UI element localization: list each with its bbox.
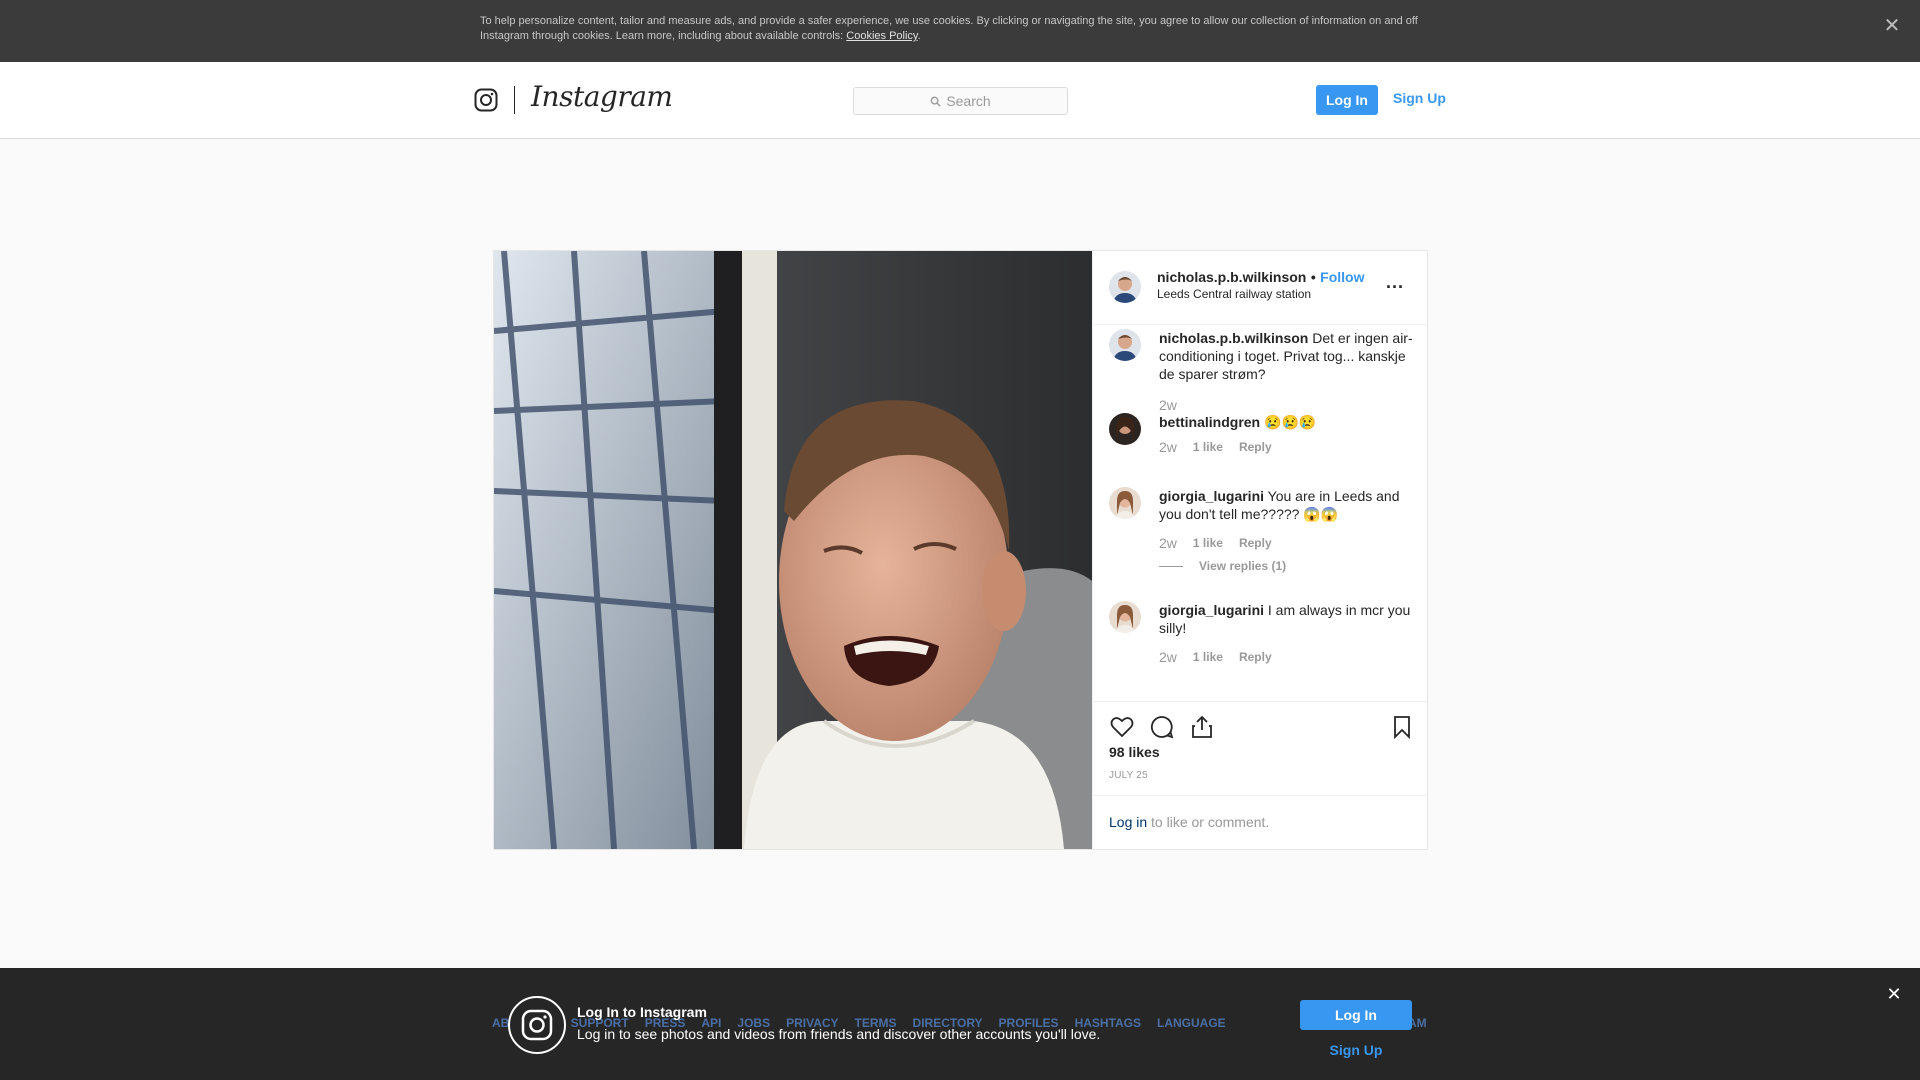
- post-sidebar: nicholas.p.b.wilkinson • Follow Leeds Ce…: [1092, 251, 1428, 849]
- comment-item: giorgia_lugarini I am always in mcr you …: [1109, 601, 1414, 681]
- instagram-wordmark[interactable]: Instagram: [531, 80, 673, 113]
- comment-item: nicholas.p.b.wilkinson Det er ingen air-…: [1109, 329, 1414, 413]
- post-photo[interactable]: [494, 251, 1092, 849]
- cookie-banner: To help personalize content, tailor and …: [0, 0, 1920, 62]
- heart-icon[interactable]: [1109, 714, 1135, 740]
- signup-link[interactable]: Sign Up: [1393, 90, 1446, 106]
- comment-body: giorgia_lugarini I am always in mcr you …: [1159, 601, 1414, 637]
- close-icon[interactable]: ✕: [1880, 14, 1904, 38]
- commenter-avatar[interactable]: [1109, 413, 1141, 445]
- more-options-icon[interactable]: ...: [1386, 273, 1404, 291]
- post-actions: 98 likes JULY 25: [1093, 701, 1428, 795]
- comment-meta: 2w 1 like Reply: [1159, 649, 1272, 665]
- commenter-avatar[interactable]: [1109, 329, 1141, 361]
- comment-body: nicholas.p.b.wilkinson Det er ingen air-…: [1159, 329, 1414, 383]
- reply-button[interactable]: Reply: [1239, 650, 1272, 664]
- cookie-text: To help personalize content, tailor and …: [480, 14, 1440, 44]
- author-avatar[interactable]: [1109, 271, 1141, 303]
- comment-username[interactable]: nicholas.p.b.wilkinson: [1159, 330, 1308, 346]
- prompt-signup-link[interactable]: Sign Up: [1300, 1042, 1412, 1058]
- comment-time: 2w: [1159, 439, 1177, 455]
- share-icon[interactable]: [1189, 714, 1215, 740]
- top-navbar: Instagram Search Log In Sign Up: [0, 62, 1920, 139]
- selfie-image: [494, 251, 1092, 849]
- location-link[interactable]: Leeds Central railway station: [1157, 287, 1311, 301]
- prompt-title: Log In to Instagram: [577, 1004, 707, 1020]
- post-card: nicholas.p.b.wilkinson • Follow Leeds Ce…: [493, 250, 1428, 850]
- comment-body: bettinalindgren 😢😢😢: [1159, 413, 1414, 431]
- comment-username[interactable]: bettinalindgren: [1159, 414, 1260, 430]
- search-icon: [930, 96, 941, 107]
- comment-body: giorgia_lugarini You are in Leeds and yo…: [1159, 487, 1414, 523]
- like-count[interactable]: 98 likes: [1109, 744, 1160, 760]
- search-placeholder: Search: [946, 93, 991, 109]
- search-input[interactable]: Search: [853, 87, 1068, 115]
- comment-meta: 2w 1 like Reply: [1159, 535, 1272, 551]
- cookies-policy-link[interactable]: Cookies Policy: [846, 30, 917, 42]
- separator-dot: •: [1310, 269, 1316, 285]
- comments-list: nicholas.p.b.wilkinson Det er ingen air-…: [1093, 325, 1428, 701]
- login-to-comment: Log in to like or comment.: [1093, 795, 1428, 849]
- footer-link-language[interactable]: LANGUAGE: [1157, 1016, 1226, 1030]
- author-line: nicholas.p.b.wilkinson • Follow: [1157, 269, 1365, 287]
- view-replies-button[interactable]: View replies (1): [1159, 559, 1286, 573]
- comment-username[interactable]: giorgia_lugarini: [1159, 602, 1264, 618]
- login-prompt-bar: ABOUT US SUPPORT PRESS API JOBS PRIVACY …: [0, 968, 1920, 1080]
- comment-likes[interactable]: 1 like: [1193, 650, 1223, 664]
- comment-time: 2w: [1159, 397, 1177, 413]
- author-username[interactable]: nicholas.p.b.wilkinson: [1157, 269, 1306, 285]
- login-suffix: to like or comment.: [1147, 814, 1270, 830]
- comment-likes[interactable]: 1 like: [1193, 536, 1223, 550]
- instagram-logo-icon: [508, 996, 566, 1054]
- comment-text: 😢😢😢: [1264, 414, 1317, 430]
- reply-button[interactable]: Reply: [1239, 440, 1272, 454]
- close-icon[interactable]: ✕: [1884, 984, 1904, 1004]
- comment-meta: 2w: [1159, 397, 1177, 413]
- comment-meta: 2w 1 like Reply: [1159, 439, 1272, 455]
- comment-time: 2w: [1159, 535, 1177, 551]
- bookmark-icon[interactable]: [1389, 714, 1415, 740]
- login-button[interactable]: Log In: [1316, 85, 1378, 115]
- instagram-camera-icon[interactable]: [474, 88, 498, 112]
- commenter-avatar[interactable]: [1109, 487, 1141, 519]
- post-date[interactable]: JULY 25: [1109, 770, 1148, 781]
- comment-likes[interactable]: 1 like: [1193, 440, 1223, 454]
- comment-item: bettinalindgren 😢😢😢 2w 1 like Reply: [1109, 413, 1414, 477]
- cookie-trailing: .: [917, 30, 921, 42]
- replies-divider: [1159, 565, 1183, 567]
- comment-username[interactable]: giorgia_lugarini: [1159, 488, 1264, 504]
- view-replies-label: View replies (1): [1199, 559, 1287, 573]
- prompt-subtitle: Log in to see photos and videos from fri…: [577, 1026, 1101, 1042]
- comment-item: giorgia_lugarini You are in Leeds and yo…: [1109, 487, 1414, 583]
- logo-divider: [514, 86, 515, 114]
- login-link[interactable]: Log in: [1109, 814, 1147, 830]
- post-header: nicholas.p.b.wilkinson • Follow Leeds Ce…: [1093, 251, 1428, 325]
- reply-button[interactable]: Reply: [1239, 536, 1272, 550]
- follow-button[interactable]: Follow: [1320, 269, 1364, 285]
- prompt-login-button[interactable]: Log In: [1300, 1000, 1412, 1030]
- comment-icon[interactable]: [1149, 714, 1175, 740]
- commenter-avatar[interactable]: [1109, 601, 1141, 633]
- comment-time: 2w: [1159, 649, 1177, 665]
- cookie-message: To help personalize content, tailor and …: [480, 15, 1418, 42]
